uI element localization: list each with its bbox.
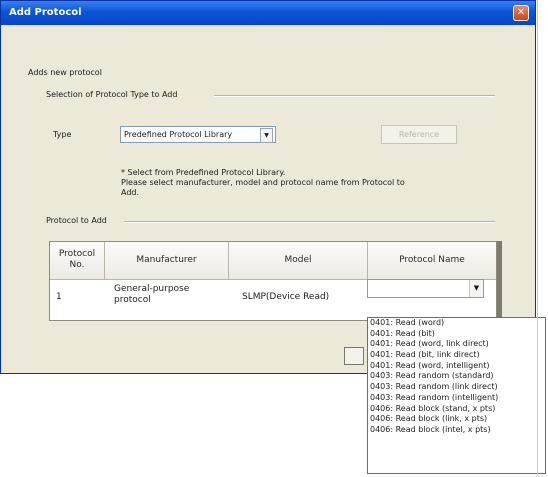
note-line-2: Please select manufacturer, model and pr… — [121, 178, 405, 187]
header-protocol-no: Protocol No. — [50, 242, 105, 279]
note-line-1: * Select from Predefined Protocol Librar… — [121, 168, 286, 177]
chevron-down-icon[interactable]: ▼ — [469, 280, 483, 297]
note-line-3: Add. — [121, 188, 140, 197]
ok-button[interactable] — [344, 347, 364, 365]
header-protocol-name: Protocol Name — [368, 242, 496, 279]
dialog-title-bar: Add Protocol — [1, 1, 535, 25]
cell-manufacturer-line1: General-purpose — [114, 284, 190, 294]
protocol-group-label: Protocol to Add — [46, 216, 107, 225]
list-item[interactable]: 0406: Read block (intel, x pts) — [368, 425, 545, 436]
list-item[interactable]: 0403: Read random (link direct) — [368, 382, 545, 393]
list-item[interactable]: 0401: Read (word) — [368, 318, 545, 329]
list-item[interactable]: 0406: Read block (link, x pts) — [368, 414, 545, 425]
list-item[interactable]: 0403: Read random (intelligent) — [368, 393, 545, 404]
header-protocol-no-label: Protocol No. — [58, 249, 96, 270]
cell-manufacturer-line2: protocol — [114, 295, 151, 305]
protocol-name-list: 0401: Read (word) 0401: Read (bit) 0401:… — [367, 317, 546, 474]
list-item[interactable]: 0401: Read (word, intelligent) — [368, 361, 545, 372]
type-select[interactable]: Predefined Protocol Library ▼ — [120, 126, 276, 143]
list-item[interactable]: 0401: Read (word, link direct) — [368, 339, 545, 350]
protocol-group-divider — [124, 221, 495, 223]
type-select-value: Predefined Protocol Library — [124, 130, 233, 139]
selection-group-label: Selection of Protocol Type to Add — [46, 90, 178, 99]
dialog-description: Adds new protocol — [28, 68, 102, 77]
table-edge — [497, 241, 502, 321]
header-model: Model — [229, 242, 368, 279]
list-item[interactable]: 0403: Read random (standard) — [368, 371, 545, 382]
screen-divider — [537, 0, 538, 477]
protocol-name-dropdown[interactable]: ▼ — [367, 279, 484, 298]
list-item[interactable]: 0401: Read (bit, link direct) — [368, 350, 545, 361]
reference-button[interactable]: Reference — [381, 125, 457, 144]
close-icon[interactable]: ✕ — [513, 5, 529, 21]
header-manufacturer: Manufacturer — [105, 242, 229, 279]
cell-protocol-no: 1 — [56, 292, 62, 302]
list-item[interactable]: 0406: Read block (stand, x pts) — [368, 404, 545, 415]
chevron-down-icon[interactable]: ▼ — [260, 128, 273, 143]
list-item[interactable]: 0401: Read (bit) — [368, 329, 545, 340]
selection-group-divider — [214, 95, 495, 97]
type-label: Type — [53, 130, 72, 139]
dialog-title: Add Protocol — [9, 7, 82, 18]
cell-model: SLMP(Device Read) — [242, 292, 330, 302]
